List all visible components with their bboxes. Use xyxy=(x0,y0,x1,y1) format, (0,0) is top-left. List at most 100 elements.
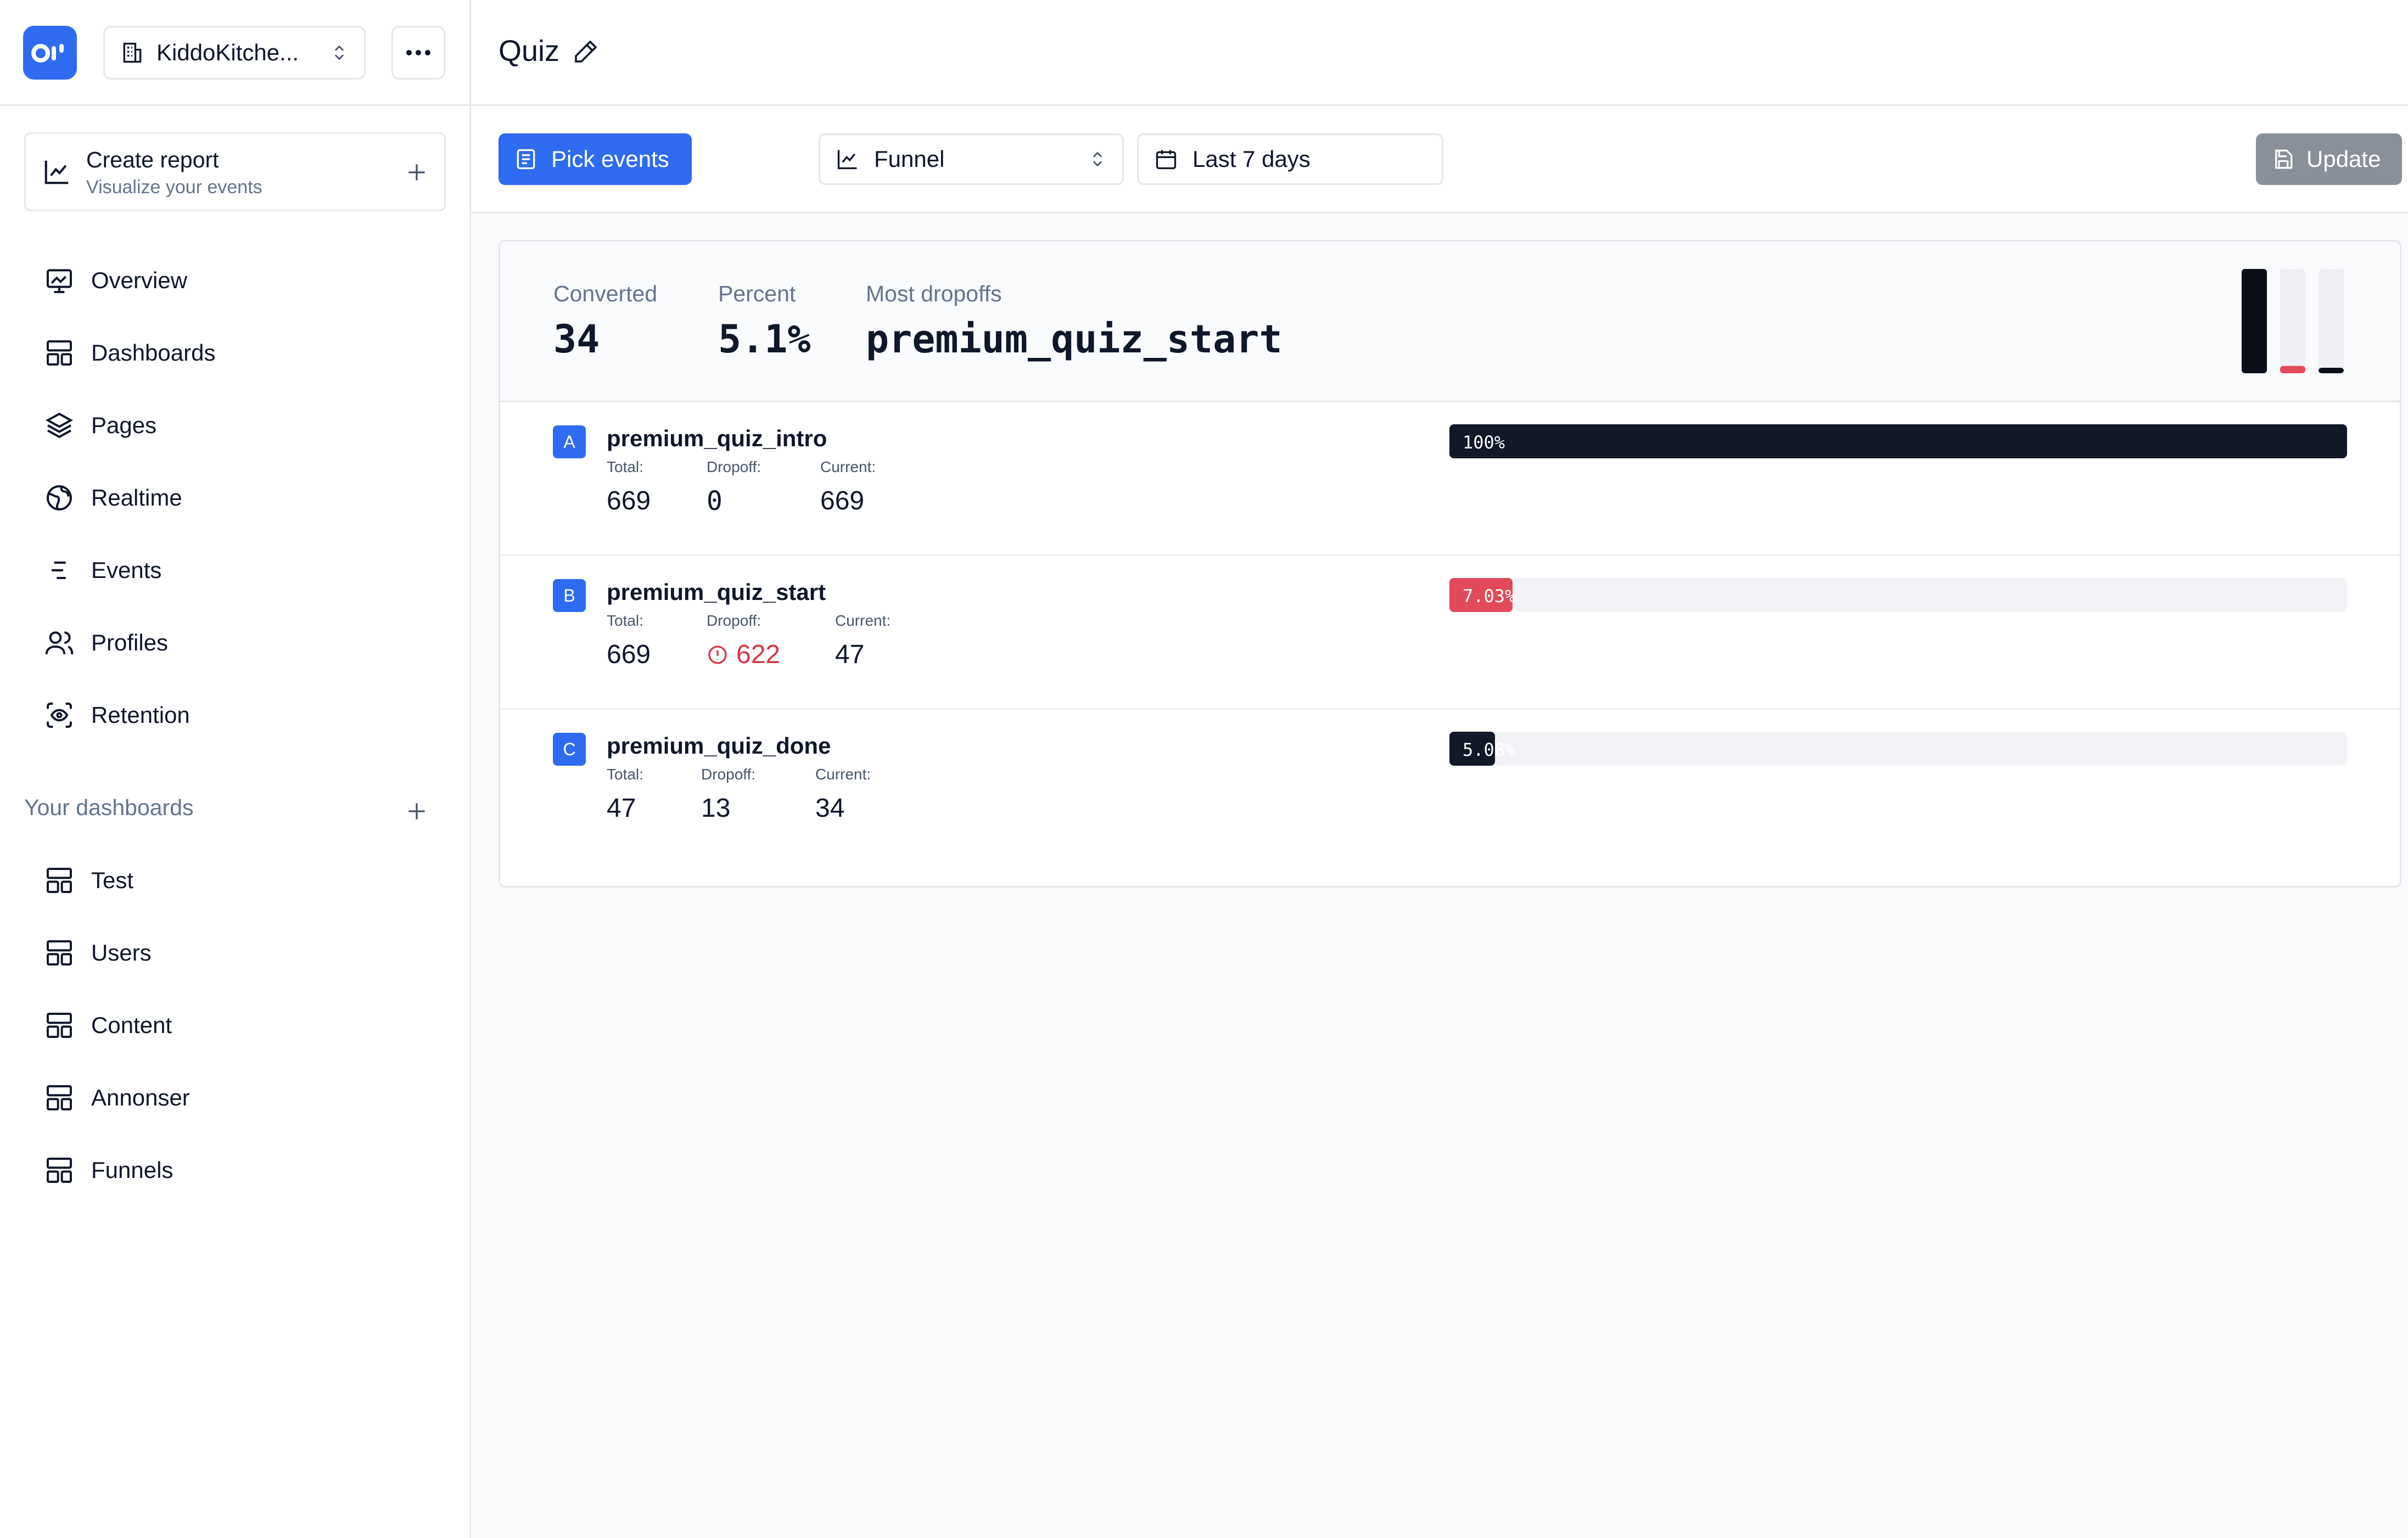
step-letter-badge: C xyxy=(553,733,586,766)
layout-grid-icon xyxy=(47,1085,72,1110)
step-conversion-percent: 7.03% xyxy=(1463,586,1516,607)
chevrons-up-down-icon xyxy=(334,45,344,60)
dashboard-item-label: Test xyxy=(91,867,134,893)
update-button[interactable]: Update xyxy=(2256,133,2402,185)
globe-icon xyxy=(47,485,72,510)
step-current: Current: 34 xyxy=(815,766,871,823)
dashboard-item-users[interactable]: Users xyxy=(44,931,152,975)
mini-bar-track xyxy=(2319,269,2344,373)
step-current-value: 34 xyxy=(815,794,845,823)
step-conversion-bar: 5.08% xyxy=(1449,732,2347,766)
step-conversion-bar-fill xyxy=(1449,424,2347,458)
dashboard-item-label: Funnels xyxy=(91,1157,173,1183)
converted-value: 34 xyxy=(553,317,600,362)
funnel-card: Converted 34 Percent 5.1% Most dropoffs … xyxy=(499,240,2401,888)
sidebar-item-realtime[interactable]: Realtime xyxy=(44,476,182,520)
report-toolbar: Pick events Funnel Last 7 days Update xyxy=(471,106,2408,214)
sidebar-item-label: Dashboards xyxy=(91,340,216,366)
your-dashboards-heading: Your dashboards xyxy=(24,795,194,820)
alert-circle-icon xyxy=(708,645,727,664)
sidebar: KiddoKitche... Create report Visualize y… xyxy=(0,0,471,1538)
sidebar-item-dashboards[interactable]: Dashboards xyxy=(44,331,215,375)
page-title: Quiz xyxy=(499,35,560,68)
date-range-button[interactable]: Last 7 days xyxy=(1137,133,1443,185)
step-current-value: 47 xyxy=(835,640,865,669)
sidebar-item-pages[interactable]: Pages xyxy=(44,403,156,447)
percent-label: Percent xyxy=(718,281,796,306)
list-icon xyxy=(52,562,66,579)
step-event-name: premium_quiz_done xyxy=(607,733,831,759)
step-dropoff-label: Dropoff: xyxy=(707,458,761,475)
logo-mark-icon xyxy=(31,44,64,63)
step-dropoff: Dropoff: 0 xyxy=(707,458,761,517)
monitor-chart-icon xyxy=(47,269,72,293)
dashboard-item-label: Users xyxy=(91,940,152,966)
pencil-icon[interactable] xyxy=(573,38,599,65)
sidebar-item-label: Profiles xyxy=(91,630,169,655)
step-conversion-bar: 7.03% xyxy=(1449,578,2347,612)
sidebar-header: KiddoKitche... xyxy=(0,0,469,106)
step-letter-badge: B xyxy=(553,579,586,612)
mini-funnel-chart xyxy=(2242,269,2344,373)
create-report-title: Create report xyxy=(86,147,219,172)
sidebar-item-events[interactable]: Events xyxy=(44,548,161,592)
sidebar-item-retention[interactable]: Retention xyxy=(44,693,190,737)
sidebar-item-label: Realtime xyxy=(91,485,182,510)
sidebar-item-label: Pages xyxy=(91,412,157,438)
ellipsis-icon xyxy=(406,50,430,55)
step-dropoff-value: 622 xyxy=(736,640,781,669)
step-dropoff: Dropoff: 622 xyxy=(707,612,780,670)
step-total-label: Total: xyxy=(607,458,643,475)
step-dropoff-label: Dropoff: xyxy=(701,766,756,783)
step-dropoff-label: Dropoff: xyxy=(707,612,761,629)
step-current-label: Current: xyxy=(815,766,871,783)
step-conversion-bar: 100% xyxy=(1449,424,2347,458)
converted-label: Converted xyxy=(553,281,658,306)
step-dropoff-value: 13 xyxy=(701,794,731,823)
scan-eye-icon xyxy=(47,703,72,728)
sidebar-item-profiles[interactable]: Profiles xyxy=(44,621,168,665)
list-box-icon xyxy=(517,149,535,170)
create-report-button[interactable]: Create report Visualize your events xyxy=(24,132,446,211)
dashboard-item-label: Annonser xyxy=(91,1085,190,1110)
funnel-step-c: C premium_quiz_done Total: 47 Dropoff: 1… xyxy=(500,710,2400,863)
step-current: Current: 47 xyxy=(835,612,891,670)
most-dropoffs-stat: Most dropoffs premium_quiz_start xyxy=(866,281,1283,362)
step-dropoff-value-row: 622 xyxy=(707,639,780,670)
users-icon xyxy=(45,631,74,655)
dashboard-item-content[interactable]: Content xyxy=(44,1003,172,1047)
funnel-step-a: A premium_quiz_intro Total: 669 Dropoff:… xyxy=(500,402,2400,556)
project-selector[interactable]: KiddoKitche... xyxy=(103,26,366,80)
line-chart-icon xyxy=(44,160,69,184)
date-range-label: Last 7 days xyxy=(1192,146,1311,172)
line-chart-icon xyxy=(837,150,857,170)
step-total-value: 47 xyxy=(607,794,636,823)
more-options-button[interactable] xyxy=(391,26,445,80)
sidebar-item-label: Overview xyxy=(91,267,188,293)
mini-bar xyxy=(2242,269,2267,373)
dashboard-item-annonser[interactable]: Annonser xyxy=(44,1076,190,1120)
step-total: Total: 669 xyxy=(607,458,651,516)
chart-type-select[interactable]: Funnel xyxy=(819,133,1124,185)
dashboard-item-test[interactable]: Test xyxy=(44,858,133,902)
app-logo[interactable] xyxy=(23,26,77,80)
sidebar-item-label: Retention xyxy=(91,702,190,728)
project-name: KiddoKitche... xyxy=(156,40,299,65)
pick-events-button[interactable]: Pick events xyxy=(499,133,692,185)
sidebar-item-overview[interactable]: Overview xyxy=(44,259,187,302)
step-dropoff: Dropoff: 13 xyxy=(701,766,755,823)
step-total-label: Total: xyxy=(607,612,643,629)
chart-type-label: Funnel xyxy=(874,146,945,172)
step-total: Total: 47 xyxy=(607,766,643,823)
dashboard-item-funnels[interactable]: Funnels xyxy=(44,1148,173,1192)
step-current-label: Current: xyxy=(835,612,891,629)
app-root: KiddoKitche... Create report Visualize y… xyxy=(0,0,2408,1538)
step-conversion-percent: 100% xyxy=(1463,432,1505,453)
mini-bar-track xyxy=(2280,269,2305,373)
most-dropoffs-value: premium_quiz_start xyxy=(866,317,1283,362)
dashboard-item-label: Content xyxy=(91,1012,172,1038)
step-conversion-percent: 5.08% xyxy=(1463,739,1516,760)
building-icon xyxy=(123,42,142,63)
add-dashboard-icon[interactable] xyxy=(405,799,429,823)
plus-icon xyxy=(408,164,425,181)
